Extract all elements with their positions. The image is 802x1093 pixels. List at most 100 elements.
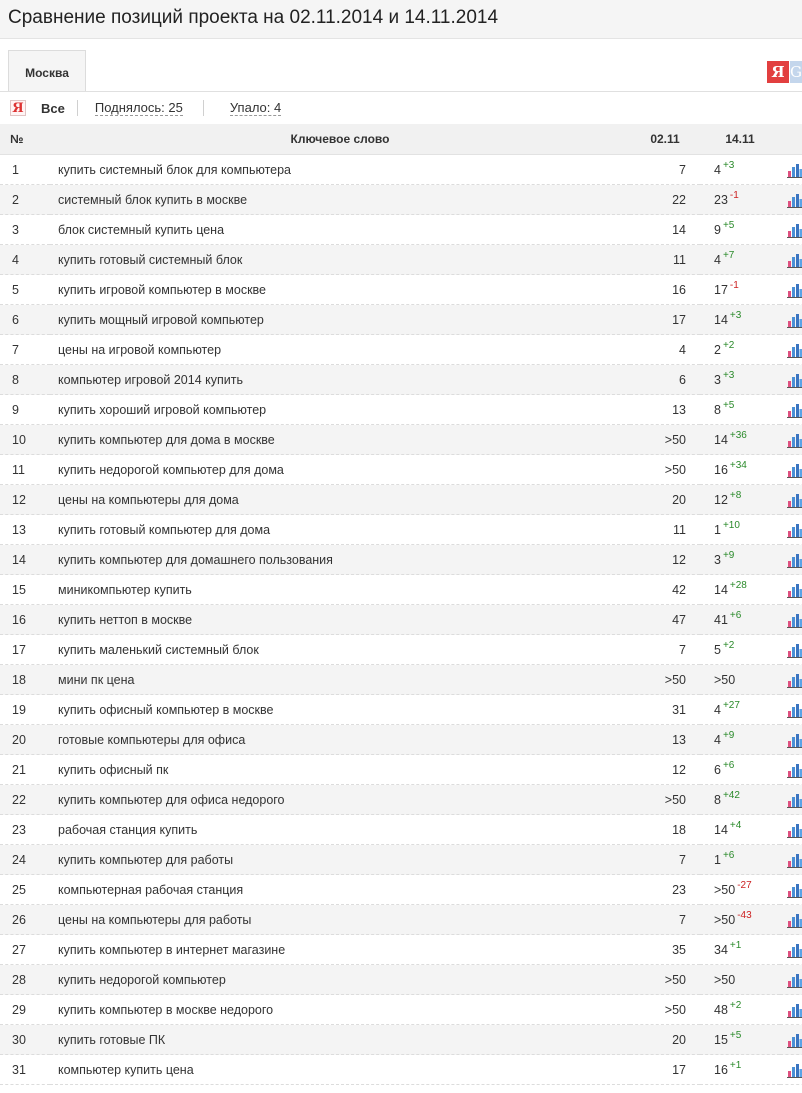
bar-chart-icon[interactable] [787,552,802,568]
bar-chart-icon[interactable] [787,792,802,808]
keyword: купить недорогой компьютер [50,964,630,995]
table-row: 28 купить недорогой компьютер >50 >50 [0,964,802,995]
table-row: 30 купить готовые ПК 20 15 +5 [0,1024,802,1055]
bar-chart-icon[interactable] [787,972,802,988]
position-change: +4 [729,819,742,831]
keyword: купить готовые ПК [50,1024,630,1055]
position-date2: 8 [714,792,721,807]
row-number: 3 [0,214,50,245]
position-date2-cell: 2 +2 [700,334,780,365]
position-change: +36 [729,429,747,441]
position-change: +6 [722,759,735,771]
bar-chart-icon[interactable] [787,582,802,598]
chart-cell [780,874,802,905]
keyword: купить маленький системный блок [50,634,630,665]
chart-cell [780,304,802,335]
row-number: 2 [0,184,50,215]
position-date1: >50 [630,784,700,815]
position-date1: >50 [630,994,700,1025]
position-date1: 4 [630,334,700,365]
row-number: 11 [0,454,50,485]
bar-chart-icon[interactable] [787,762,802,778]
bar-chart-icon[interactable] [787,852,802,868]
position-date2-cell: 14 +36 [700,424,780,455]
position-date2-cell: 41 +6 [700,604,780,635]
bar-chart-icon[interactable] [787,612,802,628]
bar-chart-icon[interactable] [787,1002,802,1018]
row-number: 19 [0,694,50,725]
chart-cell [780,904,802,935]
keyword: купить компьютер в интернет магазине [50,934,630,965]
bar-chart-icon[interactable] [787,222,802,238]
bar-chart-icon[interactable] [787,192,802,208]
position-date2-cell: 3 +3 [700,364,780,395]
bar-chart-icon[interactable] [787,372,802,388]
col-header-date2[interactable]: 14.11 [700,124,780,155]
keyword: компьютер купить цена [50,1054,630,1085]
position-date2: 3 [714,372,721,387]
position-date2: 8 [714,402,721,417]
position-date2: >50 [714,972,736,987]
chart-cell [780,634,802,665]
position-date2-cell: 3 +9 [700,544,780,575]
row-number: 15 [0,574,50,605]
bar-chart-icon[interactable] [787,702,802,718]
table-row: 25 компьютерная рабочая станция 23 >50 -27 [0,874,802,905]
bar-chart-icon[interactable] [787,942,802,958]
row-number: 28 [0,964,50,995]
bar-chart-icon[interactable] [787,522,802,538]
yandex-small-icon: Я [10,100,26,116]
bar-chart-icon[interactable] [787,882,802,898]
bar-chart-icon[interactable] [787,1032,802,1048]
position-date2: 12 [714,492,728,507]
bar-chart-icon[interactable] [787,642,802,658]
table-row: 27 купить компьютер в интернет магазине 35… [0,934,802,965]
bar-chart-icon[interactable] [787,492,802,508]
bar-chart-icon[interactable] [787,252,802,268]
bar-chart-icon[interactable] [787,402,802,418]
position-date2: 4 [714,732,721,747]
table-row: 24 купить компьютер для работы 7 1 +6 [0,844,802,875]
bar-chart-icon[interactable] [787,162,802,178]
tab-moscow[interactable]: Москва [8,50,86,91]
position-change: +10 [722,519,740,531]
filter-all[interactable]: Все [41,101,65,116]
position-date1: 17 [630,1054,700,1085]
bar-chart-icon[interactable] [787,1062,802,1078]
bar-chart-icon[interactable] [787,672,802,688]
bar-chart-icon[interactable] [787,912,802,928]
row-number: 9 [0,394,50,425]
filter-fell[interactable]: Упало: 4 [229,100,282,116]
yandex-icon[interactable]: Я [767,61,789,83]
bar-chart-icon[interactable] [787,282,802,298]
keyword: компьютерная рабочая станция [50,874,630,905]
col-header-date1[interactable]: 02.11 [630,124,700,155]
position-date2-cell: 4 +3 [700,154,780,185]
table-body: 1 купить системный блок для компьютера 7 4 +… [0,154,802,1085]
position-date2: >50 [714,672,736,687]
position-date2: 14 [714,432,728,447]
position-date2: 5 [714,642,721,657]
bar-chart-icon[interactable] [787,342,802,358]
chart-cell [780,544,802,575]
bar-chart-icon[interactable] [787,732,802,748]
positions-table: № Ключевое слово 02.11 14.11 1 купить сис… [0,124,802,1085]
chart-cell [780,274,802,305]
bar-chart-icon[interactable] [787,462,802,478]
bar-chart-icon[interactable] [787,312,802,328]
filter-rose[interactable]: Поднялось: 25 [94,100,183,116]
row-number: 5 [0,274,50,305]
table-row: 9 купить хороший игровой компьютер 13 8 +5 [0,394,802,425]
table-row: 2 системный блок купить в москве 22 23 -1 [0,184,802,215]
chart-cell [780,454,802,485]
chart-cell [780,814,802,845]
bar-chart-icon[interactable] [787,822,802,838]
google-icon[interactable]: G [790,61,802,83]
position-date2-cell: 5 +2 [700,634,780,665]
position-date2-cell: 16 +34 [700,454,780,485]
position-date1: 12 [630,544,700,575]
chart-cell [780,214,802,245]
keyword: купить мощный игровой компьютер [50,304,630,335]
bar-chart-icon[interactable] [787,432,802,448]
col-header-keyword[interactable]: Ключевое слово [50,124,630,155]
